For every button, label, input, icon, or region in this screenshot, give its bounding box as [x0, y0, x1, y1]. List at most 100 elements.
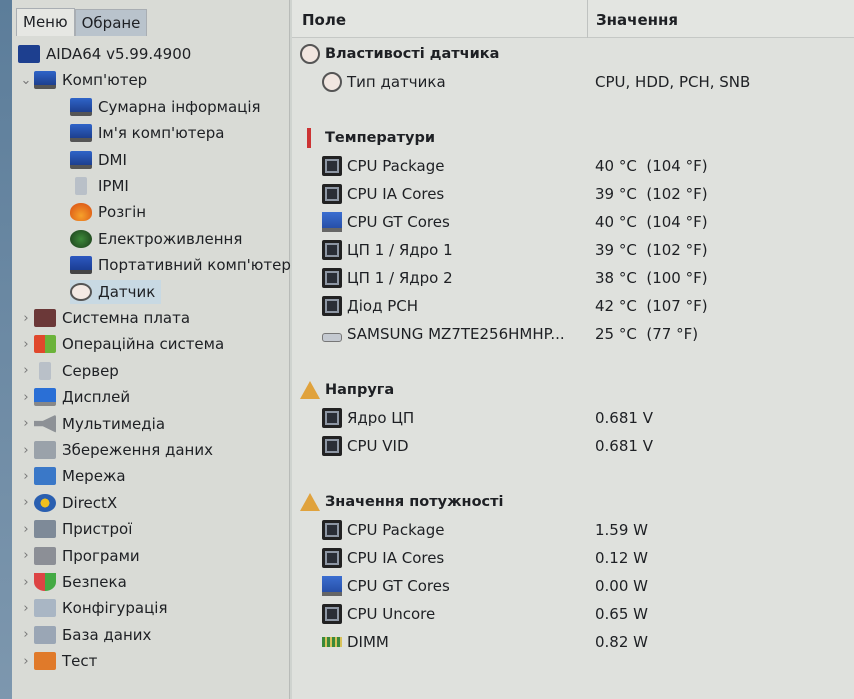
tree-item[interactable]: Електроживлення — [70, 227, 242, 251]
directx-icon — [34, 493, 56, 512]
power-plug-icon — [70, 229, 92, 248]
sensor-row[interactable]: CPU IA Cores 0.12 W — [292, 545, 854, 571]
sensor-row[interactable]: CPU IA Cores 39 °C (102 °F) — [292, 181, 854, 207]
value-label: CPU, HDD, PCH, SNB — [595, 73, 751, 91]
column-divider[interactable] — [587, 0, 588, 38]
monitor-icon — [322, 576, 342, 596]
chevron-right-icon[interactable]: › — [18, 522, 34, 537]
tree-item[interactable]: Ім'я комп'ютера — [70, 121, 224, 145]
tab-menu[interactable]: Меню — [16, 8, 75, 36]
tree-item[interactable]: › Дисплей — [18, 385, 130, 409]
sensor-row[interactable]: DIMM 0.82 W — [292, 629, 854, 655]
details-panel: Поле Значення Властивості датчика Тип дат… — [292, 0, 854, 699]
tree-item-label: Операційна система — [62, 335, 225, 354]
chevron-down-icon[interactable]: ⌄ — [18, 73, 34, 88]
field-label: CPU GT Cores — [347, 213, 450, 231]
computer-icon — [70, 150, 92, 169]
tree-item[interactable]: › Збереження даних — [18, 438, 213, 462]
chevron-right-icon[interactable]: › — [18, 601, 34, 616]
tree-item-label: Тест — [62, 652, 98, 671]
tree-item[interactable]: Датчик — [70, 279, 162, 304]
tree-item-label: Мультимедіа — [62, 414, 166, 433]
tab-favorites[interactable]: Обране — [74, 9, 148, 36]
tree-item-label: Датчик — [98, 282, 156, 301]
aida64-logo-icon — [18, 45, 40, 63]
section-header[interactable]: Напруга — [292, 377, 854, 403]
tree-item[interactable]: › Конфігурація — [18, 596, 168, 620]
sensor-row[interactable]: CPU GT Cores 0.00 W — [292, 573, 854, 599]
tree-item[interactable]: › Сервер — [18, 359, 119, 383]
chevron-right-icon[interactable]: › — [18, 311, 34, 326]
sensor-row[interactable]: CPU GT Cores 40 °C (104 °F) — [292, 209, 854, 235]
chip-icon — [322, 156, 342, 176]
server-tower-icon — [75, 177, 87, 195]
tree-item[interactable]: › Мережа — [18, 464, 126, 488]
chevron-right-icon[interactable]: › — [18, 390, 34, 405]
field-label: DIMM — [347, 633, 389, 651]
chip-icon — [322, 548, 342, 568]
monitor-icon — [322, 212, 342, 232]
tree-item-label: Системна плата — [62, 309, 191, 327]
chevron-right-icon[interactable]: › — [18, 337, 34, 352]
chevron-right-icon[interactable]: › — [18, 443, 34, 458]
field-label: Ядро ЦП — [347, 409, 415, 427]
sensor-row[interactable]: ЦП 1 / Ядро 2 38 °C (100 °F) — [292, 265, 854, 291]
sensor-row[interactable]: ЦП 1 / Ядро 1 39 °C (102 °F) — [292, 237, 854, 263]
chip-icon — [322, 604, 342, 624]
chevron-right-icon[interactable]: › — [18, 363, 34, 378]
tree-item-label: Портативний комп'ютер — [98, 256, 291, 275]
tree-item[interactable]: › Безпека — [18, 570, 127, 594]
chip-icon — [322, 240, 342, 260]
sensor-row[interactable]: SAMSUNG MZ7TE256HMHP... 25 °C (77 °F) — [292, 321, 854, 347]
sensor-row[interactable]: Ядро ЦП 0.681 V — [292, 405, 854, 431]
speaker-icon — [34, 414, 56, 433]
tree-item[interactable]: ⌄ Комп'ютер — [18, 68, 147, 92]
sensor-row[interactable]: CPU Uncore 0.65 W — [292, 601, 854, 627]
chevron-right-icon[interactable]: › — [18, 416, 34, 431]
column-header: Поле Значення — [292, 0, 854, 38]
sensor-row[interactable]: CPU Package 40 °C (104 °F) — [292, 153, 854, 179]
tree-item[interactable]: › Програми — [18, 544, 140, 568]
field-label: CPU GT Cores — [347, 577, 450, 595]
tree-item[interactable]: › База даних — [18, 623, 151, 647]
sensor-row[interactable]: CPU VID 0.681 V — [292, 433, 854, 459]
chevron-right-icon[interactable]: › — [18, 548, 34, 563]
field-label: CPU Package — [347, 157, 445, 175]
sensor-row[interactable]: Тип датчика CPU, HDD, PCH, SNB — [292, 69, 854, 95]
tree-item[interactable]: › Мультимедіа — [18, 412, 165, 436]
tree-item[interactable]: › Операційна система — [18, 332, 224, 356]
sensor-row[interactable]: CPU Package 1.59 W — [292, 517, 854, 543]
tree-item[interactable]: Портативний комп'ютер — [70, 253, 291, 277]
tree-item[interactable]: › Пристрої — [18, 517, 132, 541]
tree-item-label: Розгін — [98, 203, 147, 222]
tree-item[interactable]: › Системна плата — [18, 306, 190, 330]
tree-item[interactable]: › DirectX — [18, 491, 117, 515]
column-value-header[interactable]: Значення — [596, 11, 678, 29]
tree-item-label: Конфігурація — [62, 599, 168, 618]
field-label: Властивості датчика — [325, 46, 500, 62]
value-label: 0.12 W — [595, 549, 648, 567]
column-field-header[interactable]: Поле — [302, 11, 346, 29]
tree-item[interactable]: DMI — [70, 148, 127, 172]
chevron-right-icon[interactable]: › — [18, 575, 34, 590]
tree-item[interactable]: Сумарна інформація — [70, 95, 261, 119]
tree-item[interactable]: Розгін — [70, 200, 146, 224]
tree-item[interactable]: IPMI — [70, 174, 129, 198]
chevron-right-icon[interactable]: › — [18, 627, 34, 642]
sensor-row[interactable]: Діод PCH 42 °C (107 °F) — [292, 293, 854, 319]
value-label: 0.681 V — [595, 437, 653, 455]
laptop-icon — [70, 256, 92, 275]
tree-item-label: Мережа — [62, 467, 126, 486]
chip-icon — [322, 184, 342, 204]
chip-icon — [322, 268, 342, 288]
chip-icon — [322, 436, 342, 456]
tree-item[interactable]: › Тест — [18, 649, 97, 673]
section-header[interactable]: Значення потужності — [292, 489, 854, 515]
section-header[interactable]: Температури — [292, 125, 854, 151]
section-header[interactable]: Властивості датчика — [292, 41, 854, 67]
tree-item[interactable]: AIDA64 v5.99.4900 — [18, 42, 191, 66]
chevron-right-icon[interactable]: › — [18, 469, 34, 484]
value-label: 39 °C (102 °F) — [595, 185, 708, 203]
chevron-right-icon[interactable]: › — [18, 495, 34, 510]
chevron-right-icon[interactable]: › — [18, 654, 34, 669]
